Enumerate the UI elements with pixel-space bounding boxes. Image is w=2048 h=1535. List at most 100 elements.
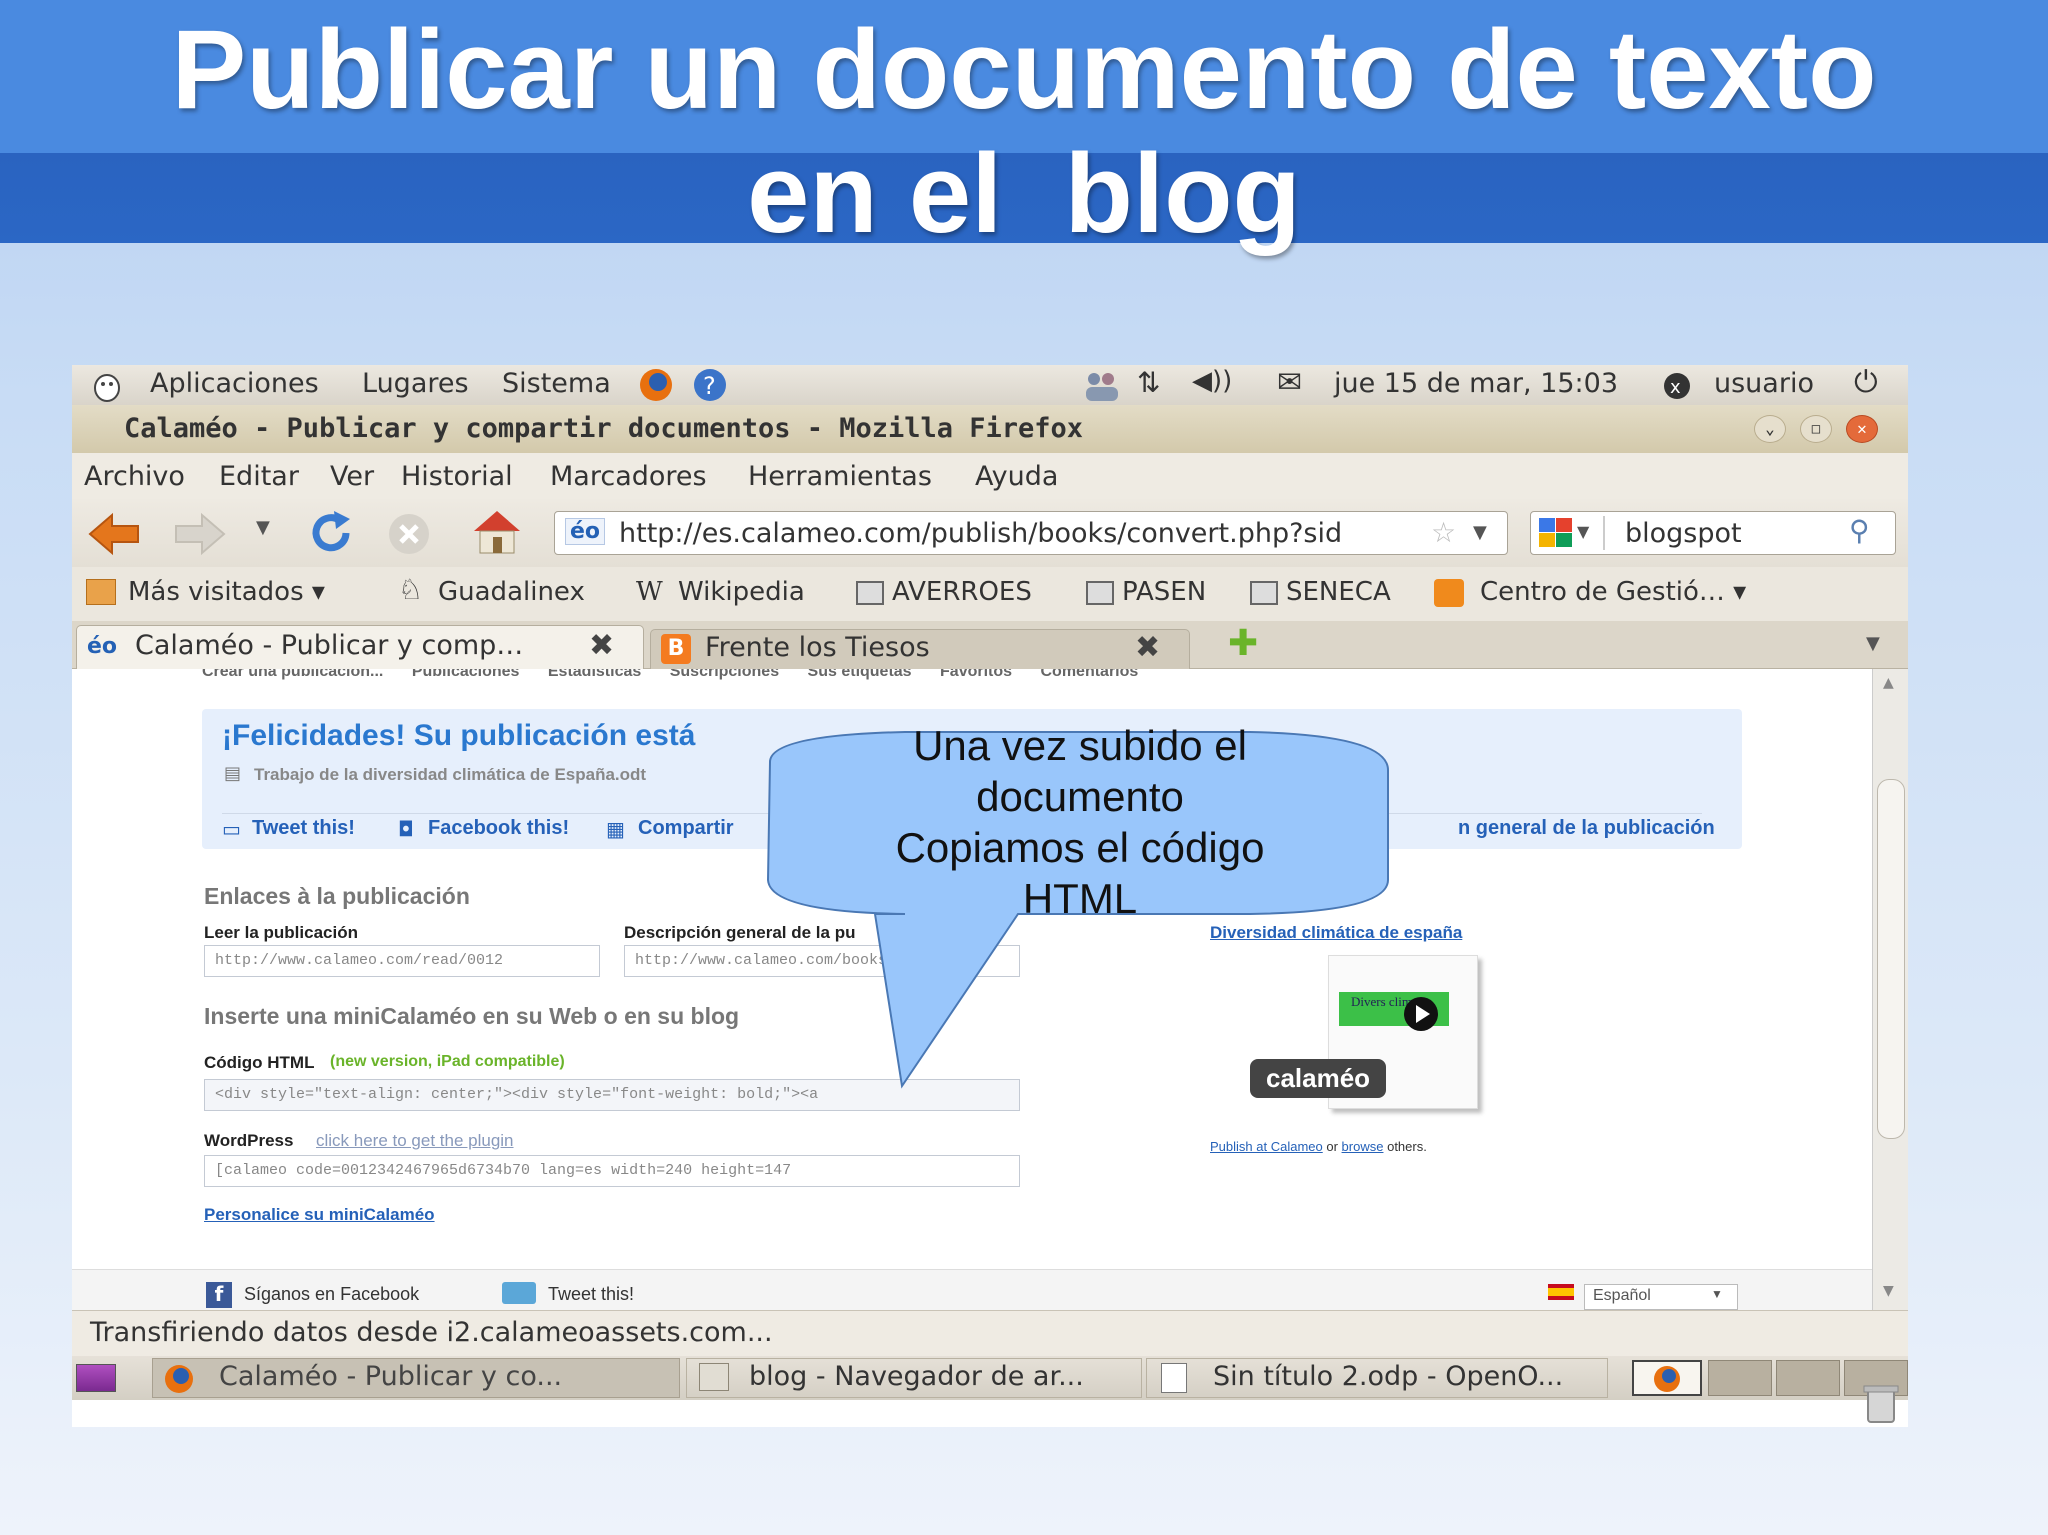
bookmark-wikipedia[interactable]: Wikipedia	[678, 577, 805, 607]
description-url-field[interactable]: http://www.calameo.com/books/0012	[624, 945, 1020, 977]
menu-sistema[interactable]: Sistema	[502, 368, 611, 399]
task-blog-browser[interactable]: blog - Navegador de ar...	[686, 1358, 1142, 1398]
task-impress[interactable]: Sin título 2.odp - OpenO...	[1146, 1358, 1608, 1398]
footer-tweet-link[interactable]: Tweet this!	[548, 1284, 634, 1305]
volume-icon[interactable]: ◀))	[1192, 366, 1232, 396]
network-icon[interactable]: ⇅	[1137, 366, 1160, 399]
subnav-comentarios[interactable]: Comentarios	[1041, 669, 1139, 680]
search-input[interactable]: blogspot	[1625, 518, 1742, 549]
svg-text:?: ?	[703, 372, 716, 400]
tab-close-icon[interactable]: ✖	[1135, 630, 1160, 665]
url-dropdown-icon[interactable]: ▼	[1473, 522, 1487, 543]
task-blog-label: blog - Navegador de ar...	[749, 1361, 1084, 1392]
file-browser-icon	[699, 1363, 729, 1391]
description-label: Descripción general de la pu	[624, 923, 856, 942]
forward-arrow-icon[interactable]	[172, 511, 228, 557]
close-window-button[interactable]: ✕	[1846, 415, 1878, 443]
share-tweet-link[interactable]: Tweet this!	[252, 817, 355, 840]
menu-lugares[interactable]: Lugares	[362, 368, 469, 399]
menu-archivo[interactable]: Archivo	[84, 461, 185, 492]
maximize-button[interactable]: □	[1800, 415, 1832, 443]
menu-historial[interactable]: Historial	[401, 461, 513, 492]
search-bar[interactable]: ▼ blogspot ⚲	[1530, 511, 1896, 555]
bookmark-centro-gestion[interactable]: Centro de Gestió… ▾	[1480, 577, 1746, 607]
minimize-button[interactable]: ⌄	[1754, 415, 1786, 443]
bookmark-averroes[interactable]: AVERROES	[892, 577, 1032, 607]
bookmark-pasen[interactable]: PASEN	[1122, 577, 1206, 607]
bookmark-star-icon[interactable]: ☆	[1431, 516, 1456, 549]
gnome-foot-icon[interactable]	[90, 369, 124, 403]
workspace-1[interactable]	[1632, 1360, 1702, 1396]
help-icon[interactable]: ?	[692, 367, 728, 403]
scrollbar-thumb[interactable]	[1877, 779, 1905, 1139]
menu-ayuda[interactable]: Ayuda	[975, 461, 1058, 492]
vertical-scrollbar[interactable]: ▲ ▼	[1872, 669, 1908, 1310]
reload-icon[interactable]	[306, 509, 356, 557]
subnav-publicaciones[interactable]: Publicaciones	[412, 669, 520, 680]
scroll-down-icon[interactable]: ▼	[1883, 1283, 1894, 1299]
subnav-crear[interactable]: Crear una publicación...	[202, 669, 383, 680]
menu-ver[interactable]: Ver	[330, 461, 374, 492]
read-url-field[interactable]: http://www.calameo.com/read/0012	[204, 945, 600, 977]
menu-aplicaciones[interactable]: Aplicaciones	[150, 368, 319, 399]
tab-frente-tiesos-label: Frente los Tiesos	[705, 632, 930, 663]
publish-at-calameo-link[interactable]: Publish at Calameo	[1210, 1139, 1323, 1154]
menu-marcadores[interactable]: Marcadores	[550, 461, 707, 492]
subnav-suscripciones[interactable]: Suscripciones	[670, 669, 779, 680]
url-bar[interactable]: éo http://es.calameo.com/publish/books/c…	[554, 511, 1508, 555]
language-select[interactable]: Español ▼	[1584, 1284, 1738, 1310]
overview-link[interactable]: n general de la publicación	[1458, 817, 1715, 840]
tab-close-icon[interactable]: ✖	[589, 628, 614, 663]
subnav-estadisticas[interactable]: Estadísticas	[548, 669, 641, 680]
wordpress-plugin-link[interactable]: click here to get the plugin	[316, 1131, 514, 1151]
bookmark-guadalinex[interactable]: Guadalinex	[438, 577, 585, 607]
language-value: Español	[1593, 1287, 1651, 1304]
browse-link[interactable]: browse	[1342, 1139, 1384, 1154]
history-dropdown-icon[interactable]: ▼	[256, 517, 270, 538]
google-engine-icon[interactable]	[1539, 518, 1573, 548]
url-text[interactable]: http://es.calameo.com/publish/books/conv…	[619, 518, 1342, 549]
preview-title-link[interactable]: Diversidad climática de españa	[1210, 923, 1462, 943]
wordpress-code-field[interactable]: [calameo code=0012342467965d6734b70 lang…	[204, 1155, 1020, 1187]
back-arrow-icon[interactable]	[86, 511, 142, 557]
bookmark-seneca[interactable]: SENECA	[1286, 577, 1391, 607]
window-title: Calaméo - Publicar y compartir documento…	[124, 413, 1084, 444]
firefox-launcher-icon[interactable]	[638, 367, 674, 403]
clock[interactable]: jue 15 de mar, 15:03	[1334, 368, 1618, 399]
facebook-icon: ◘	[398, 817, 414, 841]
play-icon[interactable]	[1399, 994, 1443, 1034]
home-icon[interactable]	[470, 507, 524, 557]
engine-dropdown-icon[interactable]: ▼	[1577, 522, 1589, 541]
gnome-top-panel: Aplicaciones Lugares Sistema ? ⇅ ◀)) ✉ j…	[72, 365, 1908, 405]
mail-icon[interactable]: ✉	[1277, 365, 1302, 400]
customize-minicalameo-link[interactable]: Personalice su miniCalaméo	[204, 1205, 435, 1225]
users-icon[interactable]	[1082, 369, 1122, 403]
bookmark-mas-visitados[interactable]: Más visitados ▾	[128, 577, 325, 607]
subnav-etiquetas[interactable]: Sus etiquetas	[808, 669, 912, 680]
subnav-favoritos[interactable]: Favoritos	[940, 669, 1012, 680]
share-facebook-link[interactable]: Facebook this!	[428, 817, 569, 840]
trash-icon[interactable]	[1858, 1380, 1904, 1426]
stop-icon[interactable]	[386, 511, 432, 557]
tab-list-icon[interactable]: ▼	[1866, 633, 1880, 654]
search-magnifier-icon[interactable]: ⚲	[1849, 514, 1870, 547]
status-text: Transfiriendo datos desde i2.calameoasse…	[90, 1317, 773, 1348]
workspace-3[interactable]	[1776, 1360, 1840, 1396]
task-calameo[interactable]: Calaméo - Publicar y co...	[152, 1358, 680, 1398]
wordpress-label: WordPress	[204, 1131, 294, 1150]
workspace-2[interactable]	[1708, 1360, 1772, 1396]
new-tab-plus-icon[interactable]: ✚	[1228, 623, 1258, 664]
wikipedia-icon: W	[636, 577, 663, 607]
menu-editar[interactable]: Editar	[219, 461, 299, 492]
show-desktop-icon[interactable]	[76, 1364, 116, 1392]
scroll-up-icon[interactable]: ▲	[1883, 675, 1894, 691]
menu-herramientas[interactable]: Herramientas	[748, 461, 932, 492]
user-name[interactable]: usuario	[1714, 368, 1814, 399]
user-status-icon: x	[1664, 373, 1690, 399]
footer-facebook-link[interactable]: Síganos en Facebook	[244, 1284, 419, 1305]
power-icon[interactable]: ⏻	[1854, 365, 1878, 400]
html-code-field[interactable]: <div style="text-align: center;"><div st…	[204, 1079, 1020, 1111]
tab-frente-tiesos[interactable]: B Frente los Tiesos ✖	[650, 629, 1190, 669]
share-compartir-link[interactable]: Compartir	[638, 817, 734, 840]
tab-calameo[interactable]: éo Calaméo - Publicar y comp… ✖	[76, 625, 644, 669]
